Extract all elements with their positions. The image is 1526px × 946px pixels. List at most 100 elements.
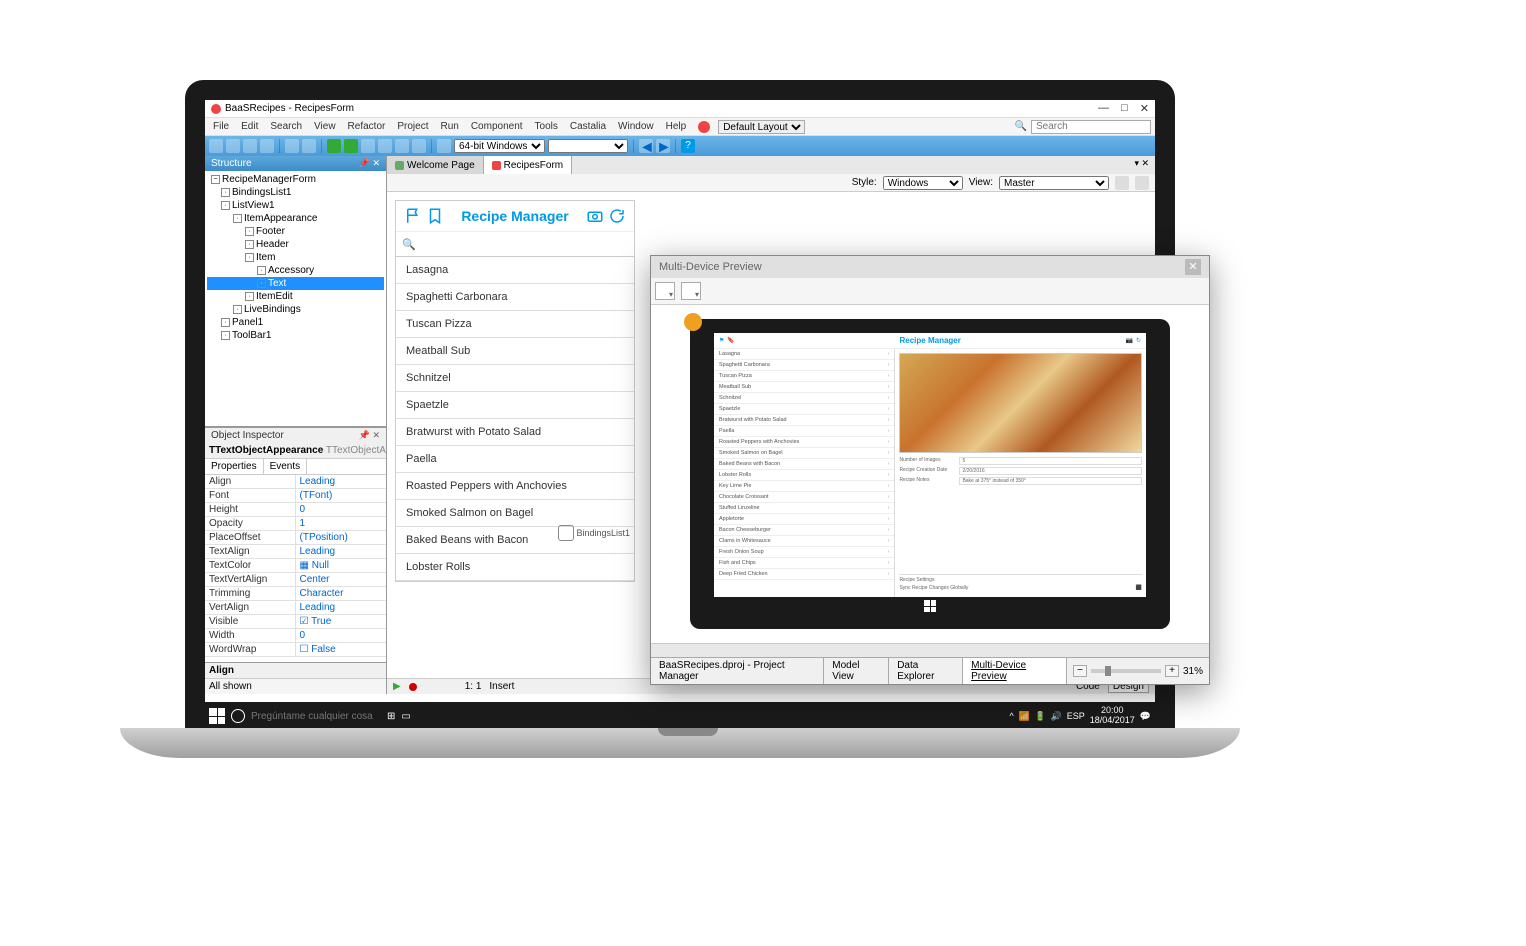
preview-list-item[interactable]: Baked Beans with Bacon	[714, 459, 894, 470]
preview-sync-toggle[interactable]: ⬛	[1136, 585, 1142, 591]
config-select[interactable]	[548, 139, 628, 153]
multi-device-preview-window[interactable]: Multi-Device Preview ✕ ⚑ 🔖 Recipe Manage…	[650, 255, 1210, 685]
prop-row[interactable]: TextColor▦ Null	[205, 559, 386, 573]
recipe-item[interactable]: Roasted Peppers with Anchovies	[396, 473, 634, 500]
mdp-close-button[interactable]: ✕	[1185, 259, 1201, 275]
zoom-slider[interactable]	[1091, 669, 1161, 673]
mdp-orientation-select[interactable]	[681, 282, 701, 300]
prop-row[interactable]: Opacity1	[205, 517, 386, 531]
prop-row[interactable]: Visible☑ True	[205, 615, 386, 629]
tree-item[interactable]: ·ListView1	[207, 199, 384, 212]
preview-flag-icon[interactable]: ⚑	[719, 337, 724, 344]
oi-tab-properties[interactable]: Properties	[205, 459, 264, 474]
prop-row[interactable]: TrimmingCharacter	[205, 587, 386, 601]
preview-list-item[interactable]: Schnitzel	[714, 393, 894, 404]
menu-run[interactable]: Run	[436, 120, 462, 133]
menu-edit[interactable]: Edit	[237, 120, 262, 133]
menu-tools[interactable]: Tools	[531, 120, 562, 133]
tool-run-no-debug[interactable]	[344, 139, 358, 153]
tool-save[interactable]	[243, 139, 257, 153]
tree-item[interactable]: ·ToolBar1	[207, 329, 384, 342]
tab-multi-device-preview[interactable]: Multi-Device Preview	[963, 658, 1067, 684]
windows-taskbar[interactable]: ⊞ ▭ ^ 📶 🔋 🔊 ESP 20:00 18/04/2017 💬	[205, 702, 1155, 730]
tree-item[interactable]: ·BindingsList1	[207, 186, 384, 199]
menu-search[interactable]: Search	[266, 120, 306, 133]
tree-root[interactable]: −RecipeManagerForm	[207, 173, 384, 186]
preview-list-item[interactable]: Fish and Chips	[714, 558, 894, 569]
tool-folder[interactable]	[285, 139, 299, 153]
maximize-button[interactable]: □	[1121, 102, 1128, 115]
tool-open[interactable]	[226, 139, 240, 153]
bookmark-icon[interactable]	[426, 207, 444, 225]
recipe-item[interactable]: Tuscan Pizza	[396, 311, 634, 338]
property-grid[interactable]: AlignLeadingFont(TFont)Height0Opacity1Pl…	[205, 475, 386, 662]
refresh-icon[interactable]	[608, 207, 626, 225]
tray-battery-icon[interactable]: 🔋	[1035, 711, 1046, 722]
prop-row[interactable]: Width0	[205, 629, 386, 643]
prop-row[interactable]: WordWrap☐ False	[205, 643, 386, 657]
taskbar-app-1[interactable]: ▭	[401, 711, 410, 722]
preview-list-item[interactable]: Spaetzle	[714, 404, 894, 415]
tray-network-icon[interactable]: 📶	[1019, 711, 1030, 722]
oi-tab-events[interactable]: Events	[264, 459, 308, 474]
menu-window[interactable]: Window	[614, 120, 658, 133]
tab-recipesform[interactable]: RecipesForm	[484, 156, 572, 174]
preview-list-item[interactable]: Spaghetti Carbonara	[714, 360, 894, 371]
preview-list-item[interactable]: Meatball Sub	[714, 382, 894, 393]
tab-data-explorer[interactable]: Data Explorer	[889, 658, 963, 684]
recipe-item[interactable]: Bratwurst with Potato Salad	[396, 419, 634, 446]
zoom-in-button[interactable]: +	[1165, 665, 1179, 677]
mdp-titlebar[interactable]: Multi-Device Preview ✕	[651, 256, 1209, 278]
preview-recipe-list[interactable]: LasagnaSpaghetti CarbonaraTuscan PizzaMe…	[714, 349, 895, 597]
recipe-item[interactable]: Spaghetti Carbonara	[396, 284, 634, 311]
tool-step-into[interactable]	[412, 139, 426, 153]
recipe-item[interactable]: Spaetzle	[396, 392, 634, 419]
mdp-device-select[interactable]	[655, 282, 675, 300]
preview-list-item[interactable]: Tuscan Pizza	[714, 371, 894, 382]
cortana-icon[interactable]	[231, 709, 245, 723]
tool-step[interactable]	[395, 139, 409, 153]
preview-bookmark-icon[interactable]: 🔖	[727, 337, 734, 344]
tray-up-icon[interactable]: ^	[1009, 711, 1013, 721]
platform-select[interactable]: 64-bit Windows	[454, 139, 545, 153]
tool-back[interactable]: ◄	[639, 139, 653, 153]
tree-item[interactable]: ·LiveBindings	[207, 303, 384, 316]
recipe-item[interactable]: Lasagna	[396, 257, 634, 284]
menu-file[interactable]: File	[209, 120, 233, 133]
oi-component[interactable]: TTextObjectAppearance TTextObjectAppe	[205, 443, 386, 459]
tree-item[interactable]: ·ItemEdit	[207, 290, 384, 303]
preview-list-item[interactable]: Lobster Rolls	[714, 470, 894, 481]
tool-saveall[interactable]	[260, 139, 274, 153]
preview-list-item[interactable]: Fresh Onion Soup	[714, 547, 894, 558]
recipe-item[interactable]: Schnitzel	[396, 365, 634, 392]
recipe-item[interactable]: Smoked Salmon on Bagel	[396, 500, 634, 527]
tool-run[interactable]	[327, 139, 341, 153]
tab-model-view[interactable]: Model View	[824, 658, 889, 684]
bindings-badge[interactable]: BindingsList1	[558, 525, 630, 541]
tab-dropdown-icon[interactable]: ▾ ✕	[1128, 156, 1155, 174]
tab-project-manager[interactable]: BaaSRecipes.dproj - Project Manager	[651, 658, 824, 684]
object-inspector-pin-icon[interactable]: 📌 ✕	[359, 430, 380, 441]
camera-icon[interactable]	[586, 207, 604, 225]
preview-list-item[interactable]: Bacon Cheeseburger	[714, 525, 894, 536]
menu-component[interactable]: Component	[467, 120, 527, 133]
tree-item[interactable]: ·Accessory	[207, 264, 384, 277]
preview-list-item[interactable]: Stuffed Linzeline	[714, 503, 894, 514]
taskbar-clock[interactable]: 20:00 18/04/2017	[1090, 706, 1135, 726]
tree-item[interactable]: ·Footer	[207, 225, 384, 238]
tool-new[interactable]	[209, 139, 223, 153]
tab-welcome[interactable]: Welcome Page	[387, 156, 484, 174]
tree-item[interactable]: ·Header	[207, 238, 384, 251]
tray-volume-icon[interactable]: 🔊	[1051, 711, 1062, 722]
tool-folder2[interactable]	[302, 139, 316, 153]
menu-view[interactable]: View	[310, 120, 340, 133]
view-btn-2[interactable]	[1135, 176, 1149, 190]
preview-list-item[interactable]: Key Lime Pie	[714, 481, 894, 492]
menu-project[interactable]: Project	[393, 120, 432, 133]
recipe-search-input[interactable]	[420, 239, 620, 251]
tree-item[interactable]: ·Panel1	[207, 316, 384, 329]
layout-select[interactable]: Default Layout	[718, 120, 805, 134]
structure-pin-icon[interactable]: 📌 ✕	[359, 158, 380, 169]
close-button[interactable]: ✕	[1140, 102, 1149, 115]
preview-list-item[interactable]: Clams in Whitesauce	[714, 536, 894, 547]
